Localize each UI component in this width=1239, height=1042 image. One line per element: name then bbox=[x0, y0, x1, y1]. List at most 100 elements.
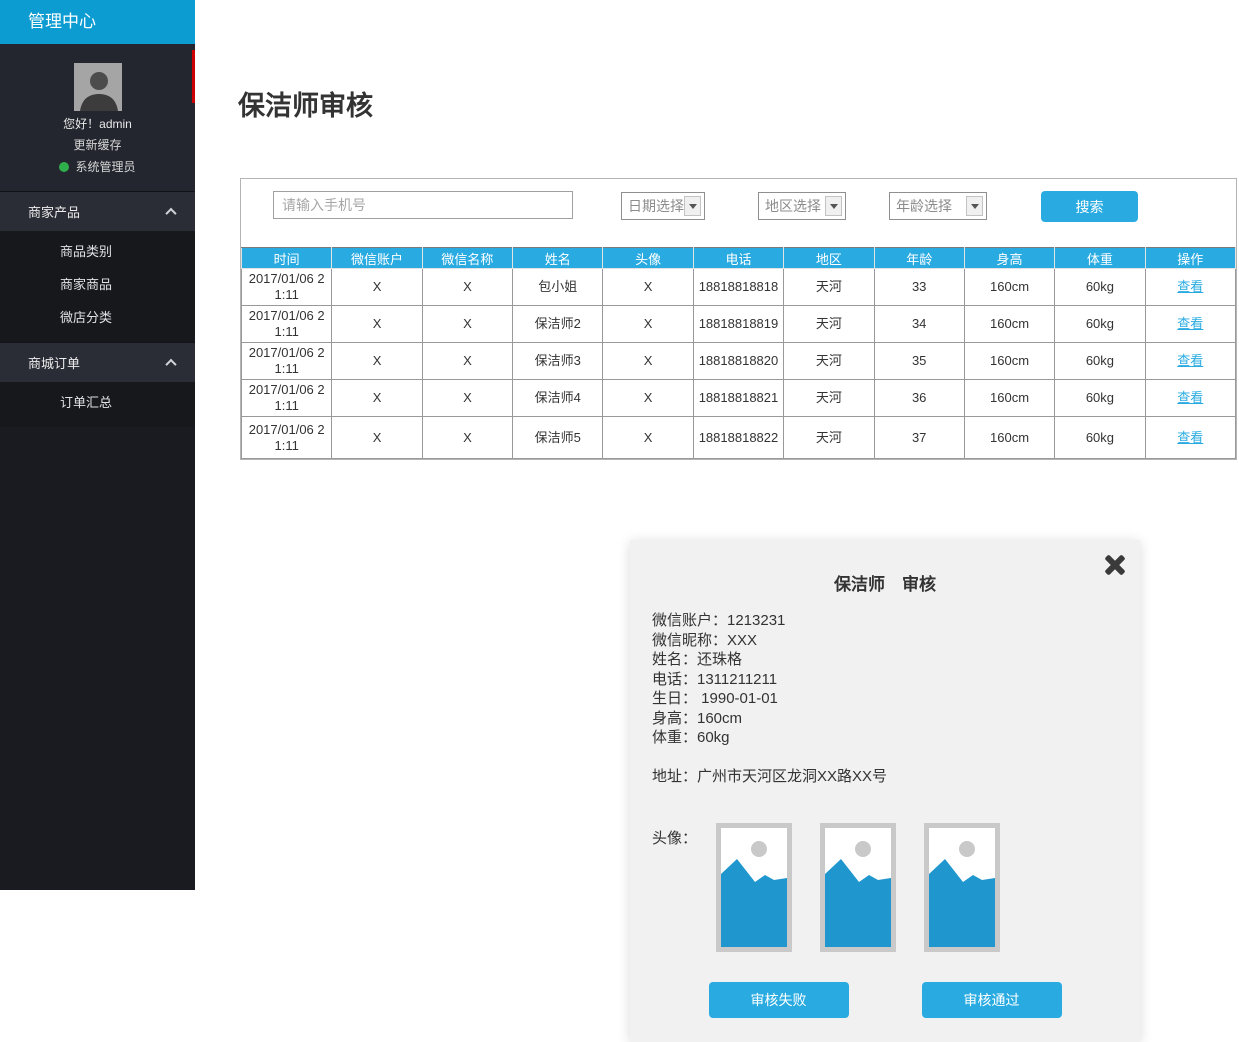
view-link[interactable]: 查看 bbox=[1177, 390, 1203, 405]
cell-time: 2017/01/06 21:11 bbox=[242, 269, 332, 306]
sidebar-item-merchant-goods[interactable]: 商家商品 bbox=[0, 268, 195, 301]
col-header-height: 身高 bbox=[964, 248, 1054, 269]
sidebar-section-products[interactable]: 商家产品 bbox=[0, 191, 195, 231]
cell-wechat-account: X bbox=[332, 269, 422, 306]
cell-age: 35 bbox=[874, 343, 964, 380]
photo-placeholder bbox=[716, 823, 792, 952]
field-phone: 电话：1311211211 bbox=[652, 670, 1140, 690]
modal-detail-fields: 微信账户：1213231 微信昵称：XXX 姓名：还珠格 电话：13112112… bbox=[652, 611, 1140, 748]
sidebar-section-orders[interactable]: 商城订单 bbox=[0, 342, 195, 382]
cell-wechat-account: X bbox=[332, 343, 422, 380]
field-weight: 体重：60kg bbox=[652, 728, 1140, 748]
sidebar-submenu-orders: 订单汇总 bbox=[0, 382, 195, 427]
cell-weight: 60kg bbox=[1055, 417, 1145, 459]
view-link[interactable]: 查看 bbox=[1177, 353, 1203, 368]
search-button[interactable]: 搜索 bbox=[1041, 191, 1138, 222]
view-link[interactable]: 查看 bbox=[1177, 430, 1203, 445]
field-birthday: 生日： 1990-01-01 bbox=[652, 689, 1140, 709]
sidebar-item-microstore-category[interactable]: 微店分类 bbox=[0, 301, 195, 334]
col-header-name: 姓名 bbox=[513, 248, 603, 269]
date-select[interactable]: 日期选择 bbox=[621, 192, 705, 220]
view-link[interactable]: 查看 bbox=[1177, 316, 1203, 331]
cell-age: 34 bbox=[874, 306, 964, 343]
field-height: 身高：160cm bbox=[652, 709, 1140, 729]
col-header-action: 操作 bbox=[1145, 248, 1235, 269]
sidebar-section-label: 商家产品 bbox=[28, 202, 80, 221]
age-select[interactable]: 年龄选择 bbox=[889, 192, 987, 220]
date-select-value: 日期选择 bbox=[628, 196, 684, 216]
col-header-wechat-account: 微信账户 bbox=[332, 248, 422, 269]
sidebar-item-order-summary[interactable]: 订单汇总 bbox=[0, 386, 195, 419]
table-row: 2017/01/06 21:11 X X 保洁师2 X 18818818819 … bbox=[242, 306, 1236, 343]
cell-wechat-account: X bbox=[332, 380, 422, 417]
col-header-wechat-name: 微信名称 bbox=[422, 248, 512, 269]
modal-actions: 审核失败 审核通过 bbox=[630, 982, 1140, 1018]
review-modal: 保洁师 审核 微信账户：1213231 微信昵称：XXX 姓名：还珠格 电话：1… bbox=[630, 540, 1140, 1042]
app-title: 管理中心 bbox=[0, 0, 195, 44]
user-role: 系统管理员 bbox=[0, 158, 195, 175]
phone-search-input[interactable] bbox=[273, 191, 573, 219]
cell-time: 2017/01/06 21:11 bbox=[242, 343, 332, 380]
cell-height: 160cm bbox=[964, 380, 1054, 417]
photo-placeholder bbox=[820, 823, 896, 952]
cell-height: 160cm bbox=[964, 269, 1054, 306]
col-header-avatar: 头像 bbox=[603, 248, 693, 269]
avatar-photos-label: 头像： bbox=[652, 823, 697, 952]
image-placeholder-icon bbox=[929, 828, 995, 947]
cell-height: 160cm bbox=[964, 343, 1054, 380]
region-select-value: 地区选择 bbox=[765, 196, 821, 216]
cell-phone: 18818818822 bbox=[693, 417, 783, 459]
cell-time: 2017/01/06 21:11 bbox=[242, 380, 332, 417]
table-row: 2017/01/06 21:11 X X 保洁师3 X 18818818820 … bbox=[242, 343, 1236, 380]
page-title: 保洁师审核 bbox=[238, 84, 373, 123]
cell-wechat-account: X bbox=[332, 417, 422, 459]
cell-phone: 18818818818 bbox=[693, 269, 783, 306]
cell-avatar: X bbox=[603, 306, 693, 343]
cell-weight: 60kg bbox=[1055, 343, 1145, 380]
sidebar-item-product-category[interactable]: 商品类别 bbox=[0, 235, 195, 268]
cell-weight: 60kg bbox=[1055, 306, 1145, 343]
chevron-up-icon bbox=[165, 207, 176, 218]
online-status-icon bbox=[59, 162, 69, 172]
review-fail-button[interactable]: 审核失败 bbox=[709, 982, 849, 1018]
review-table: 时间 微信账户 微信名称 姓名 头像 电话 地区 年龄 身高 体重 操作 201… bbox=[241, 247, 1236, 459]
cell-phone: 18818818819 bbox=[693, 306, 783, 343]
cell-action: 查看 bbox=[1145, 306, 1235, 343]
dropdown-arrow-icon bbox=[825, 196, 842, 216]
cell-age: 37 bbox=[874, 417, 964, 459]
cell-weight: 60kg bbox=[1055, 380, 1145, 417]
cell-name: 保洁师3 bbox=[513, 343, 603, 380]
photo-placeholder bbox=[924, 823, 1000, 952]
sidebar: 管理中心 您好！admin 更新缓存 系统管理员 商家产品 商品类别 商家商品 … bbox=[0, 0, 195, 890]
table-header-row: 时间 微信账户 微信名称 姓名 头像 电话 地区 年龄 身高 体重 操作 bbox=[242, 248, 1236, 269]
cell-avatar: X bbox=[603, 269, 693, 306]
user-avatar bbox=[74, 63, 122, 111]
user-greeting: 您好！admin bbox=[0, 115, 195, 132]
cell-height: 160cm bbox=[964, 306, 1054, 343]
update-cache-link[interactable]: 更新缓存 bbox=[0, 136, 195, 153]
cell-phone: 18818818821 bbox=[693, 380, 783, 417]
col-header-phone: 电话 bbox=[693, 248, 783, 269]
review-pass-button[interactable]: 审核通过 bbox=[922, 982, 1062, 1018]
sidebar-section-label: 商城订单 bbox=[28, 353, 80, 372]
image-placeholder-icon bbox=[825, 828, 891, 947]
cell-wechat-name: X bbox=[422, 417, 512, 459]
cell-region: 天河 bbox=[784, 343, 874, 380]
cell-region: 天河 bbox=[784, 306, 874, 343]
col-header-time: 时间 bbox=[242, 248, 332, 269]
view-link[interactable]: 查看 bbox=[1177, 279, 1203, 294]
cell-height: 160cm bbox=[964, 417, 1054, 459]
cell-age: 33 bbox=[874, 269, 964, 306]
filter-bar: 日期选择 地区选择 年龄选择 搜索 bbox=[241, 179, 1236, 240]
table-row: 2017/01/06 21:11 X X 保洁师5 X 18818818822 … bbox=[242, 417, 1236, 459]
field-name: 姓名：还珠格 bbox=[652, 650, 1140, 670]
cell-time: 2017/01/06 21:11 bbox=[242, 306, 332, 343]
cell-avatar: X bbox=[603, 417, 693, 459]
cell-avatar: X bbox=[603, 380, 693, 417]
region-select[interactable]: 地区选择 bbox=[758, 192, 846, 220]
close-icon[interactable] bbox=[1103, 553, 1127, 577]
cell-phone: 18818818820 bbox=[693, 343, 783, 380]
cell-avatar: X bbox=[603, 343, 693, 380]
dropdown-arrow-icon bbox=[684, 196, 701, 216]
cell-wechat-name: X bbox=[422, 380, 512, 417]
